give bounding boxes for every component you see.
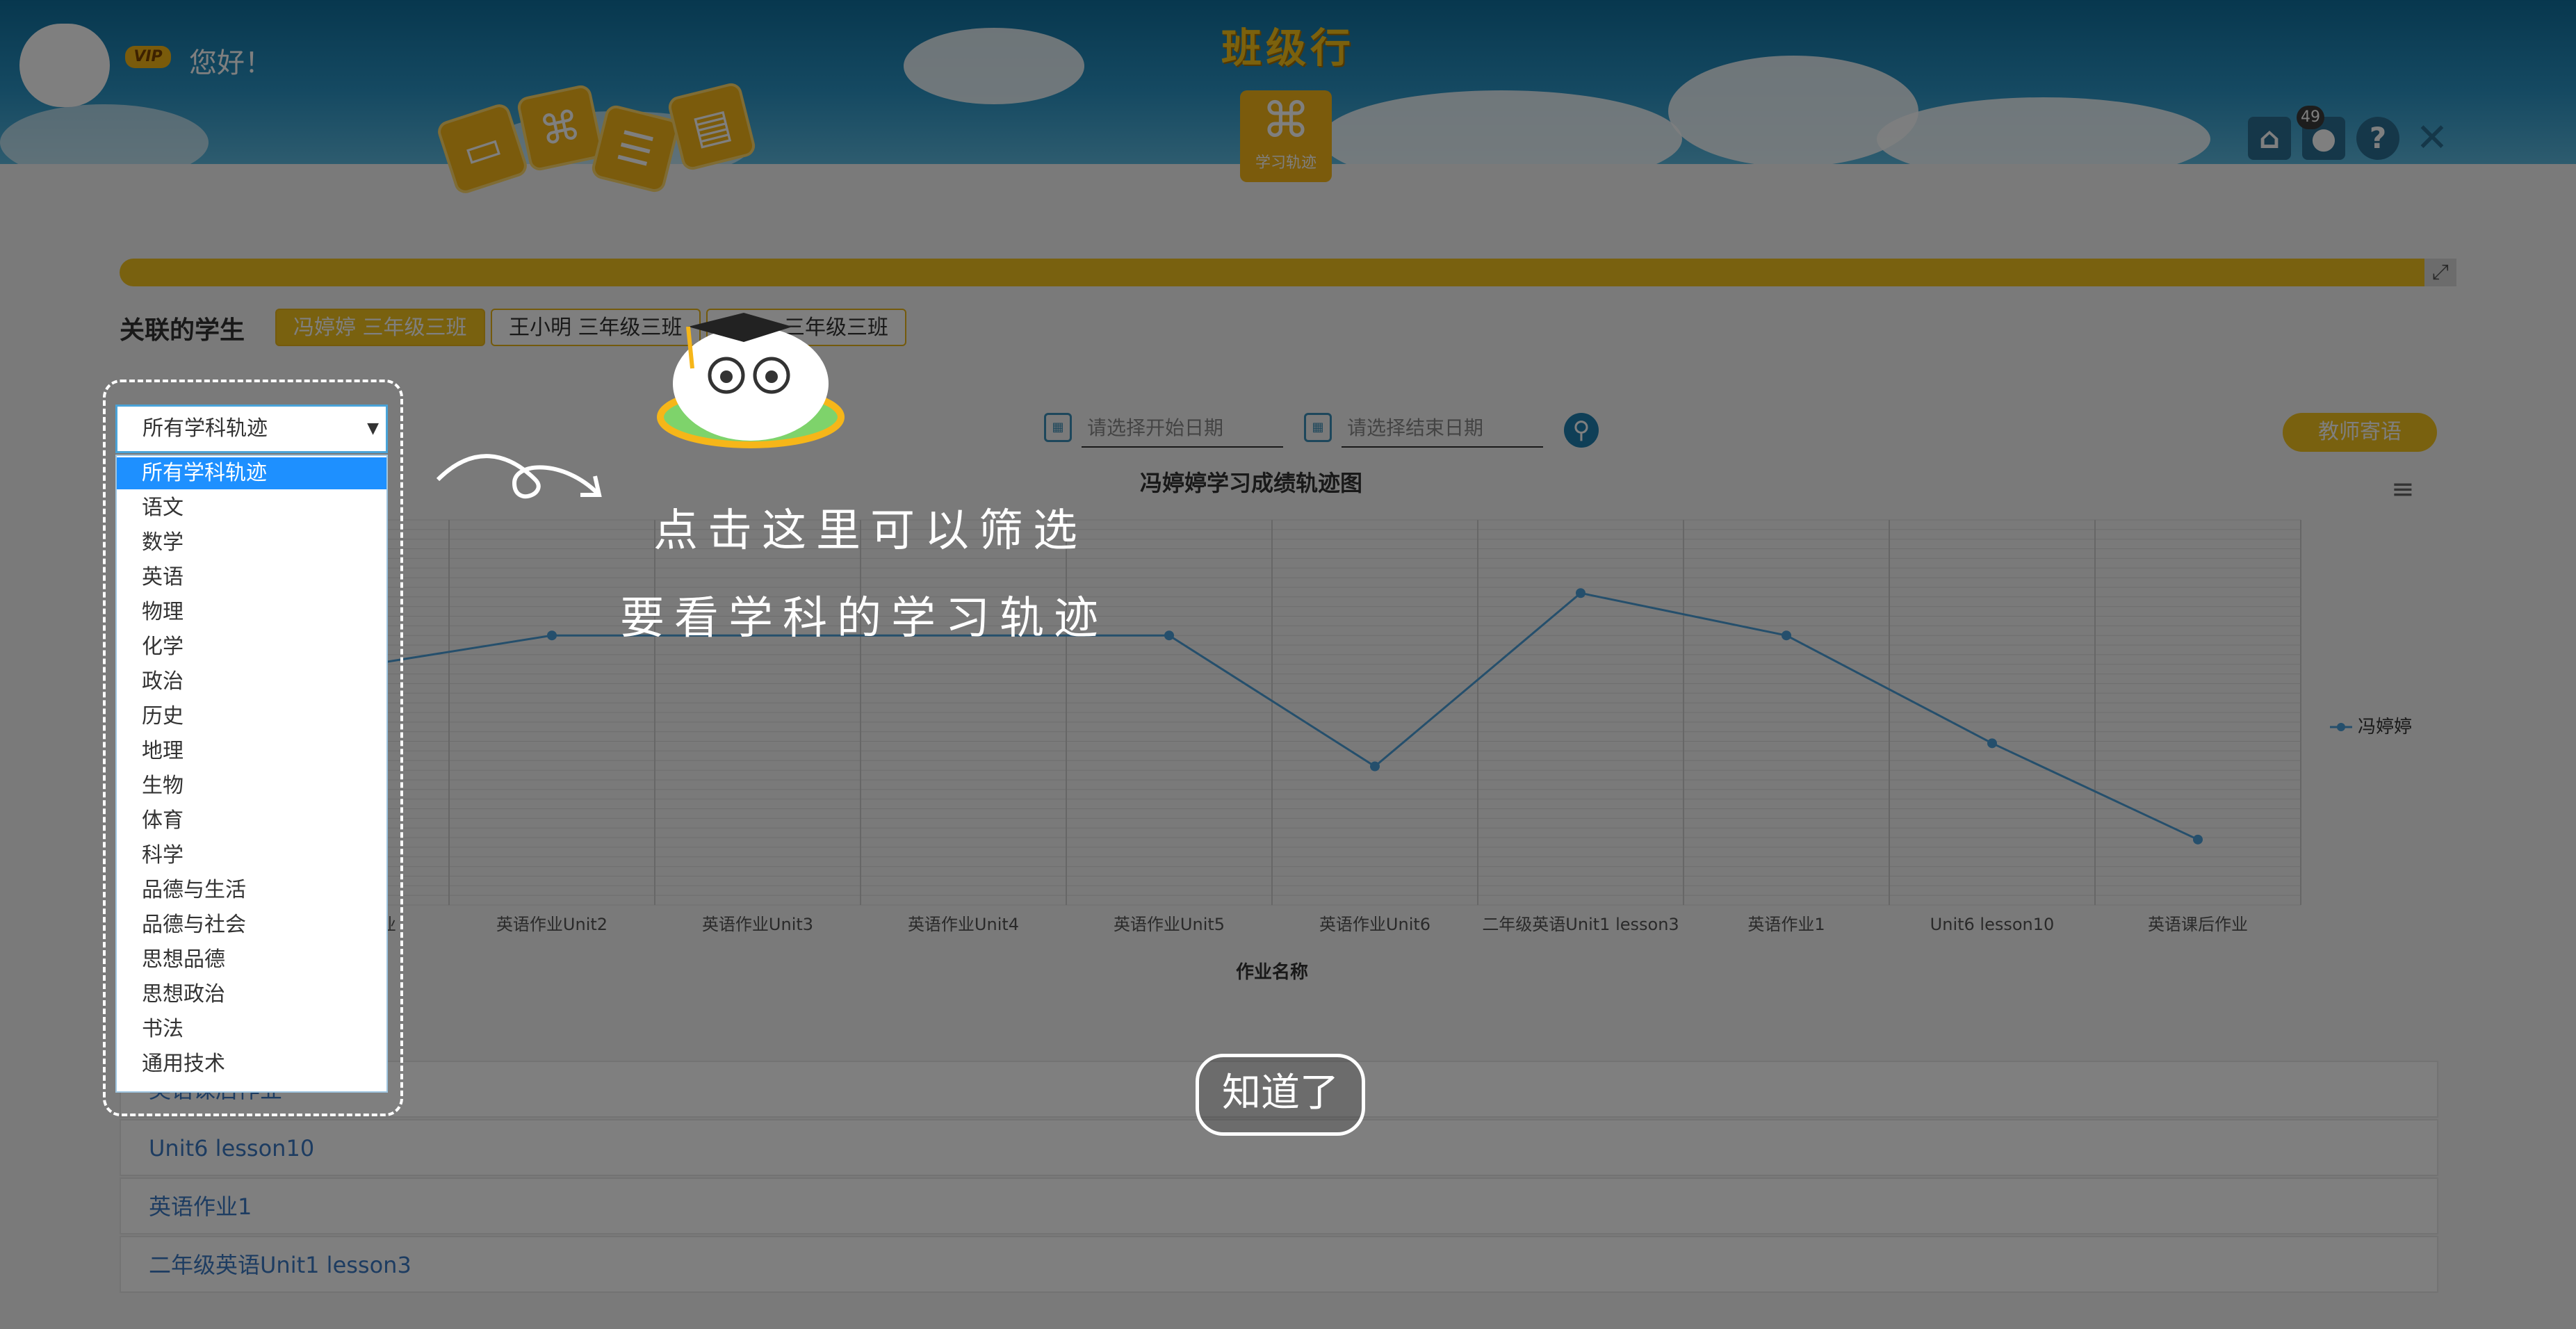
dropdown-option[interactable]: 思想品德: [117, 944, 386, 976]
dropdown-option[interactable]: 语文: [117, 492, 386, 524]
tip-line-1: 点击这里可以筛选: [653, 505, 1087, 557]
arrow-icon: [436, 454, 602, 499]
dropdown-option[interactable]: 英语: [117, 562, 386, 594]
got-it-button[interactable]: 知道了: [1196, 1054, 1365, 1136]
subject-dropdown[interactable]: 所有学科轨迹 语文 数学 英语 物理 化学 政治 历史 地理 生物 体育 科学 品德与生活 品德与社会 思想…: [115, 455, 388, 1093]
chevron-down-icon: ▼: [367, 420, 379, 437]
dropdown-option[interactable]: 通用技术: [117, 1048, 386, 1080]
dropdown-option[interactable]: 品德与生活: [117, 874, 386, 906]
tip-line-2: 要看学科的学习轨迹: [620, 593, 1108, 644]
dropdown-option[interactable]: 政治: [117, 666, 386, 698]
subject-select[interactable]: 所有学科轨迹 ▼: [115, 405, 388, 453]
mascot-icon: [657, 313, 845, 448]
dropdown-option[interactable]: 数学: [117, 527, 386, 559]
dropdown-option[interactable]: 化学: [117, 631, 386, 663]
dropdown-option[interactable]: 品德与社会: [117, 909, 386, 941]
dropdown-option[interactable]: 历史: [117, 701, 386, 733]
dropdown-option[interactable]: 书法: [117, 1013, 386, 1045]
dropdown-option[interactable]: 地理: [117, 735, 386, 767]
dropdown-option[interactable]: 生物: [117, 770, 386, 802]
dropdown-option[interactable]: 科学: [117, 840, 386, 872]
dropdown-option[interactable]: 物理: [117, 596, 386, 628]
dropdown-option[interactable]: 体育: [117, 805, 386, 837]
dropdown-option[interactable]: 所有学科轨迹: [117, 457, 386, 489]
dropdown-option[interactable]: 思想政治: [117, 979, 386, 1011]
